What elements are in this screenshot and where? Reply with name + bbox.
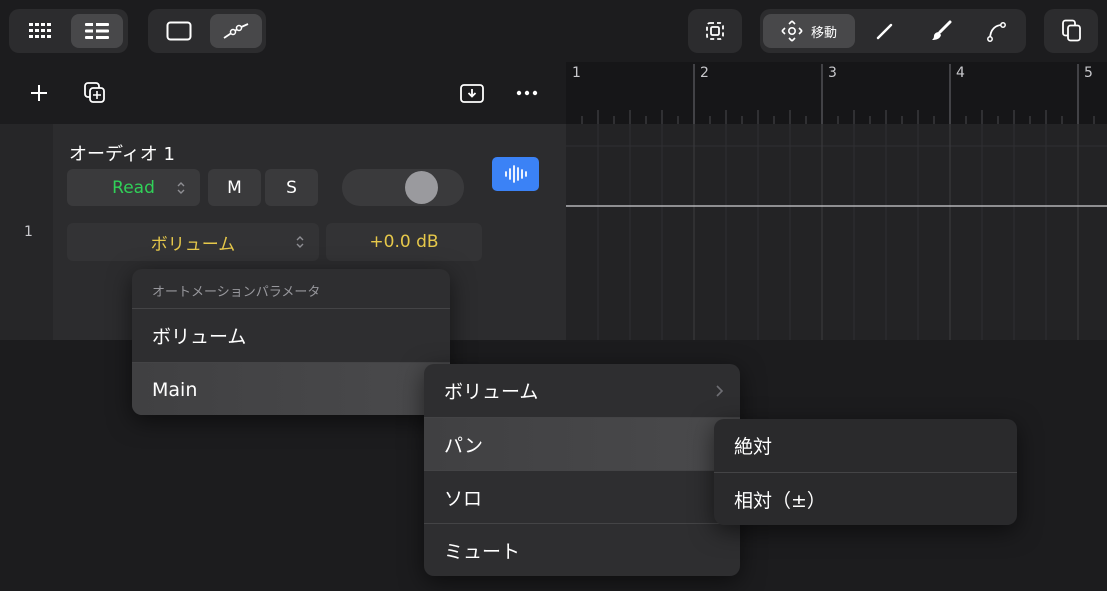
main-submenu: ボリューム パン ソロ ミュート (424, 364, 740, 576)
menu-item-label: パン (444, 435, 483, 457)
volume-slider-knob[interactable] (405, 171, 438, 204)
track-number: 1 (24, 224, 33, 240)
automation-mode-button[interactable] (210, 14, 262, 48)
bar-number: 5 (1084, 65, 1093, 81)
solo-button[interactable]: S (265, 169, 318, 206)
ellipsis-icon (516, 90, 538, 96)
menu-item-volume[interactable]: ボリューム (132, 308, 450, 362)
curve-tool-button[interactable] (972, 14, 1022, 48)
mode-segment (148, 9, 266, 53)
volume-slider[interactable] (342, 169, 464, 206)
move-tool-label: 移動 (810, 25, 837, 41)
move-tool-button[interactable]: 移動 (763, 14, 855, 48)
pan-submenu: 絶対 相対（±） (714, 419, 1017, 525)
submenu-item-volume[interactable]: ボリューム (424, 364, 740, 417)
timeline-ruler[interactable]: 1 2 3 4 5 (566, 62, 1107, 124)
move-icon (781, 20, 803, 42)
automation-mode-selector[interactable]: Read (67, 169, 200, 206)
toolbar: 移動 (0, 0, 1107, 62)
bar-number: 1 (572, 65, 581, 81)
rectangle-icon (166, 21, 192, 41)
automation-mode-value: Read (112, 177, 155, 198)
submenu-item-pan[interactable]: パン (424, 417, 740, 471)
tracks-view-button[interactable] (71, 14, 123, 48)
view-segment (9, 9, 128, 53)
copy-icon (1062, 19, 1081, 42)
track-lane[interactable] (566, 124, 1107, 340)
grid-view-button[interactable] (14, 14, 66, 48)
pencil-icon (876, 23, 893, 40)
tracks-icon (85, 22, 109, 40)
import-button[interactable] (459, 81, 485, 105)
download-tray-icon (460, 84, 484, 103)
automation-parameter-selector[interactable]: ボリューム (67, 223, 319, 261)
marquee-button[interactable] (693, 14, 737, 48)
curve-icon (987, 22, 1006, 42)
solo-label: S (286, 177, 297, 198)
automation-curve-icon (223, 23, 249, 39)
brush-icon (932, 20, 952, 40)
up-down-chevron-icon (296, 236, 304, 248)
menu-item-label: ボリューム (444, 381, 539, 403)
add-track-button[interactable] (26, 80, 52, 106)
duplicate-track-button[interactable] (82, 80, 108, 106)
track-name: オーディオ 1 (69, 144, 175, 165)
parameter-value: +0.0 dB (369, 232, 439, 252)
more-button[interactable] (514, 82, 540, 104)
menu-header: オートメーションパラメータ (152, 285, 321, 300)
menu-item-label: Main (152, 378, 198, 401)
bar-number: 3 (828, 65, 837, 81)
plus-icon (31, 85, 47, 101)
copy-button[interactable] (1049, 14, 1093, 48)
track-list-header (0, 62, 566, 124)
pencil-tool-button[interactable] (860, 14, 910, 48)
submenu-item-solo[interactable]: ソロ (424, 470, 740, 524)
waveform-button[interactable] (492, 157, 539, 191)
automation-parameter-value: ボリューム (150, 234, 236, 255)
submenu-item-absolute[interactable]: 絶対 (714, 419, 1017, 472)
waveform-icon (504, 165, 527, 183)
parameter-value-field[interactable]: +0.0 dB (326, 223, 482, 261)
menu-item-label: 絶対 (734, 436, 773, 458)
menu-item-main[interactable]: Main (132, 362, 450, 415)
bar-number: 2 (700, 65, 709, 81)
submenu-item-mute[interactable]: ミュート (424, 523, 740, 576)
grid-icon (29, 23, 51, 38)
menu-item-label: 相対（±） (734, 490, 826, 512)
region-mode-button[interactable] (153, 14, 205, 48)
automation-parameter-menu: オートメーションパラメータ ボリューム Main (132, 269, 450, 415)
select-tool-segment (688, 9, 742, 53)
duplicate-icon (84, 82, 105, 103)
menu-item-label: ボリューム (152, 326, 247, 348)
clipboard-segment (1044, 9, 1098, 53)
tool-segment: 移動 (760, 9, 1026, 53)
lane-grid (566, 124, 1107, 340)
menu-item-label: ソロ (444, 488, 483, 510)
submenu-item-relative[interactable]: 相対（±） (714, 472, 1017, 525)
menu-item-label: ミュート (444, 541, 521, 563)
bar-number: 4 (956, 65, 965, 81)
chevron-right-icon (716, 385, 724, 397)
mute-label: M (227, 177, 242, 198)
up-down-chevron-icon (177, 182, 185, 194)
marquee-select-icon (706, 22, 724, 40)
brush-tool-button[interactable] (916, 14, 966, 48)
mute-button[interactable]: M (208, 169, 261, 206)
